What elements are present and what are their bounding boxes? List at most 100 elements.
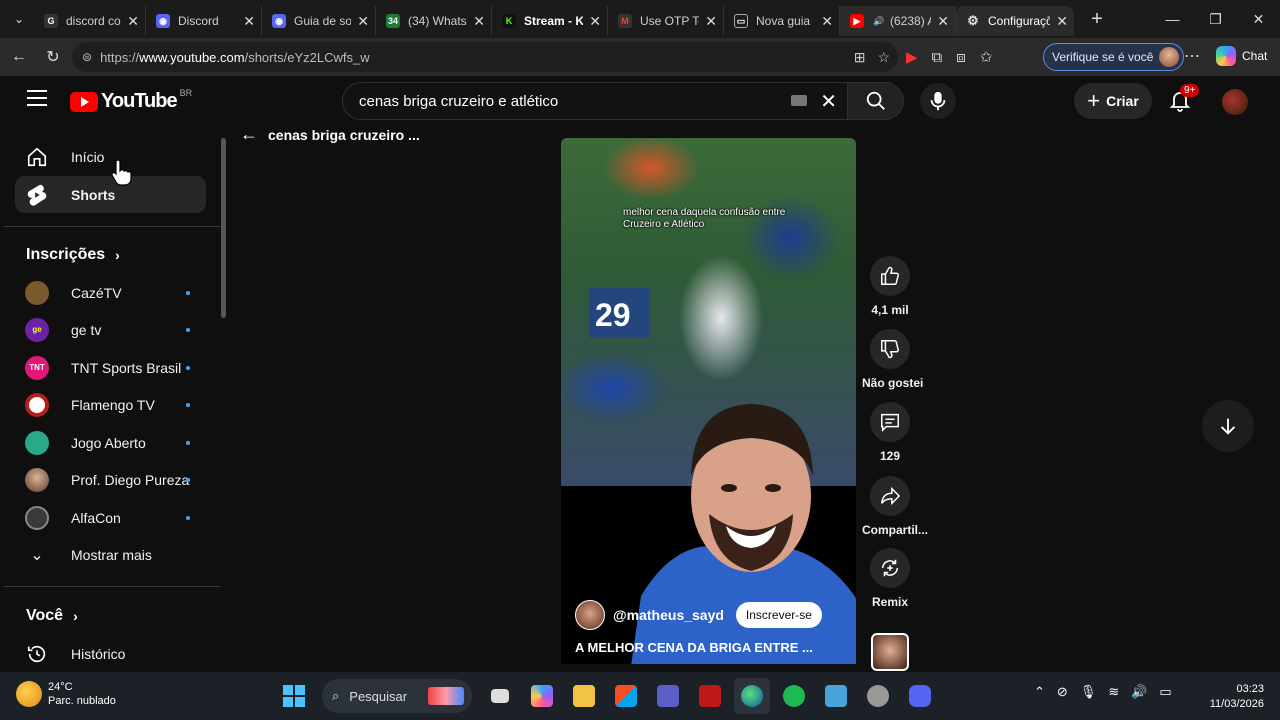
reload-icon[interactable]: ↻ [36,42,70,72]
edge-app[interactable] [734,678,770,714]
file-explorer-app[interactable] [566,678,602,714]
tab-gmail-otp[interactable]: M Use OTP To ✕ [608,6,724,36]
section-title: Inscrições [26,246,106,263]
close-tab-icon[interactable]: ✕ [1056,13,1068,30]
teams-app[interactable] [650,678,686,714]
search-button[interactable] [848,82,904,120]
new-tab-button[interactable]: + [1082,8,1112,31]
notifications-button[interactable]: 9+ [1168,84,1200,112]
task-view-button[interactable] [482,678,518,714]
taskbar-clock[interactable]: 03:23 11/03/2026 [1196,682,1264,712]
wifi-icon[interactable]: ≋ [1108,684,1119,700]
tab-whatsapp[interactable]: 34 (34) WhatsA ✕ [376,6,492,36]
restore-icon[interactable]: ❐ [1194,0,1237,38]
split-screen-icon[interactable]: ⧈ [956,49,966,66]
tab-guia-solucao[interactable]: ◉ Guia de solu ✕ [262,6,376,36]
remix-icon [881,559,899,577]
taskbar-search[interactable]: ⌕ Pesquisar [322,679,472,713]
browser-window: ⌄ G discord com ✕ ◉ Discord ✕ ◉ Guia de … [0,0,1280,720]
apps-icon[interactable]: ⊞ [854,49,866,66]
close-tab-icon[interactable]: ✕ [821,13,833,30]
sidebar-item-cazetv[interactable]: CazéTV [15,274,206,311]
copilot-app[interactable] [524,678,560,714]
volume-icon[interactable]: 🔊 [1131,684,1147,700]
shorts-back-row[interactable]: ← cenas briga cruzeiro ... [240,124,420,145]
extensions-icon[interactable]: ⧉ [932,49,943,66]
original-sound-thumbnail[interactable] [871,633,909,671]
you-heading[interactable]: Você › [26,607,78,625]
channel-handle[interactable]: @matheus_sayd [613,607,724,623]
sidebar-scrollbar[interactable] [221,138,226,318]
discord-icon: ◉ [156,14,170,28]
sidebar-item-history[interactable]: Histórico [15,635,206,672]
discord-app[interactable] [902,678,938,714]
tab-youtube[interactable]: ▶ 🔊 (6238) A ✕ [840,6,956,36]
verify-identity-button[interactable]: Verifique se é você [1043,43,1185,71]
sidebar-item-alfacon[interactable]: AlfaCon [15,499,206,536]
keyboard-icon[interactable] [791,95,807,106]
menu-icon[interactable] [27,90,47,106]
camera-off-icon[interactable]: ⊘ [1057,684,1068,700]
youtube-logo[interactable]: YouTube BR [70,88,192,113]
start-button[interactable] [276,678,312,714]
dislike-button[interactable] [870,329,910,369]
extension-red-icon[interactable]: ▶ [906,48,918,66]
close-tab-icon[interactable]: ✕ [705,13,717,30]
tab-actions-menu[interactable]: ⌄ [4,6,34,32]
clock-time: 03:23 [1236,683,1264,695]
sidebar-item-prof-diego-pureza[interactable]: Prof. Diego Pureza [15,461,206,498]
voice-search-button[interactable] [920,83,956,119]
url-field[interactable]: ⊜ https://www.youtube.com/shorts/eYz2LCw… [72,42,898,72]
back-arrow-icon[interactable]: ← [2,42,36,72]
battery-icon[interactable]: ▭ [1159,684,1171,700]
sidebar-item-show-more[interactable]: ⌄ Mostrar mais [15,536,206,573]
spotify-app[interactable] [776,678,812,714]
remix-button[interactable] [870,548,910,588]
site-info-icon[interactable]: ⊜ [82,50,92,64]
copilot-chat-button[interactable]: Chat [1216,46,1267,66]
close-tab-icon[interactable]: ✕ [937,13,949,30]
tab-settings[interactable]: ⚙ Configuraçõ ✕ [956,6,1074,36]
share-action: Compartil... [862,476,928,537]
favorites-icon[interactable]: ✩ [980,48,993,66]
settings-app[interactable] [860,678,896,714]
store-app[interactable] [608,678,644,714]
tab-new[interactable]: ▭ Nova guia ✕ [724,6,840,36]
subscribe-button[interactable]: Inscrever-se [735,602,822,628]
tab-kick-stream[interactable]: K Stream - Kic ✕ [492,6,608,36]
create-button[interactable]: + Criar [1074,83,1152,119]
sidebar-item-ge-tv[interactable]: ge ge tv [15,311,206,348]
like-button[interactable] [870,256,910,296]
share-button[interactable] [870,476,910,516]
short-video-player[interactable]: melhor cena daquela confusão entre Cruze… [561,138,856,664]
sidebar-item-tnt-sports[interactable]: TNT TNT Sports Brasil [15,349,206,386]
more-options-icon[interactable]: ⋯ [1184,46,1200,66]
chevron-up-icon[interactable]: ⌃ [1034,684,1045,700]
comments-button[interactable] [870,402,910,442]
short-video-title[interactable]: A MELHOR CENA DA BRIGA ENTRE ... [575,640,813,655]
close-tab-icon[interactable]: ✕ [589,13,601,30]
mcafee-app[interactable] [692,678,728,714]
next-short-button[interactable] [1202,400,1254,452]
sidebar-item-flamengo-tv[interactable]: Flamengo TV [15,386,206,423]
subscriptions-heading[interactable]: Inscrições › [26,246,120,264]
sidebar-item-jogo-aberto[interactable]: Jogo Aberto [15,424,206,461]
microphone-icon[interactable]: 🎙 [1080,684,1097,700]
close-tab-icon[interactable]: ✕ [127,13,139,30]
search-input[interactable]: cenas briga cruzeiro e atlético ✕ [342,82,848,120]
favorite-star-icon[interactable]: ☆ [877,49,890,66]
monitor-app[interactable] [818,678,854,714]
speaker-icon[interactable]: 🔊 [872,14,886,28]
close-tab-icon[interactable]: ✕ [357,13,369,30]
tab-discord-com[interactable]: G discord com ✕ [34,6,146,36]
clear-search-icon[interactable]: ✕ [820,89,837,114]
back-arrow-icon[interactable]: ← [240,124,258,145]
minimize-icon[interactable]: — [1151,0,1194,38]
weather-widget[interactable]: 24°C Parc. nublado [16,680,116,708]
close-window-icon[interactable]: ✕ [1237,0,1280,38]
tab-discord[interactable]: ◉ Discord ✕ [146,6,262,36]
account-avatar[interactable] [1222,89,1248,115]
close-tab-icon[interactable]: ✕ [243,13,255,30]
close-tab-icon[interactable]: ✕ [473,13,485,30]
channel-avatar[interactable] [575,600,605,630]
